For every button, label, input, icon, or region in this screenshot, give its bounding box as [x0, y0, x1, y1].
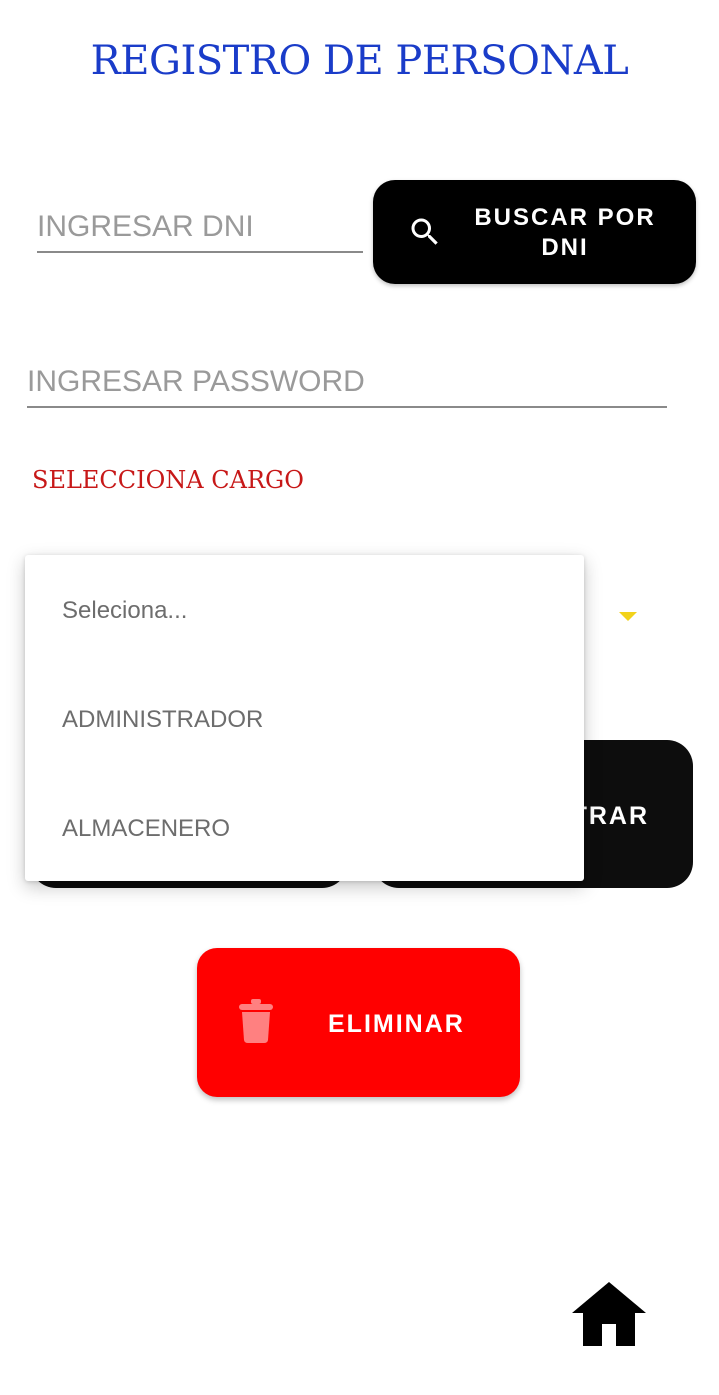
- password-input[interactable]: [27, 360, 667, 404]
- search-button-label: BUSCAR POR DNI: [474, 204, 656, 261]
- dni-input[interactable]: [37, 205, 363, 249]
- cargo-dropdown-menu[interactable]: Seleciona... ADMINISTRADOR ALMACENERO: [25, 555, 584, 881]
- trash-icon: [239, 999, 273, 1043]
- dropdown-option-placeholder[interactable]: Seleciona...: [62, 597, 187, 625]
- delete-button[interactable]: ELIMINAR: [197, 948, 520, 1097]
- delete-button-label: ELIMINAR: [328, 1010, 465, 1038]
- cargo-label: SELECCIONA CARGO: [32, 466, 304, 494]
- search-icon: [411, 218, 438, 245]
- dropdown-arrow-icon[interactable]: [619, 612, 637, 621]
- page-title: REGISTRO DE PERSONAL: [90, 38, 629, 84]
- password-field[interactable]: [27, 360, 667, 408]
- home-icon[interactable]: [572, 1282, 646, 1346]
- dropdown-option-almacenero[interactable]: ALMACENERO: [62, 815, 230, 843]
- dni-field[interactable]: [37, 205, 363, 253]
- dropdown-option-administrador[interactable]: ADMINISTRADOR: [62, 706, 263, 734]
